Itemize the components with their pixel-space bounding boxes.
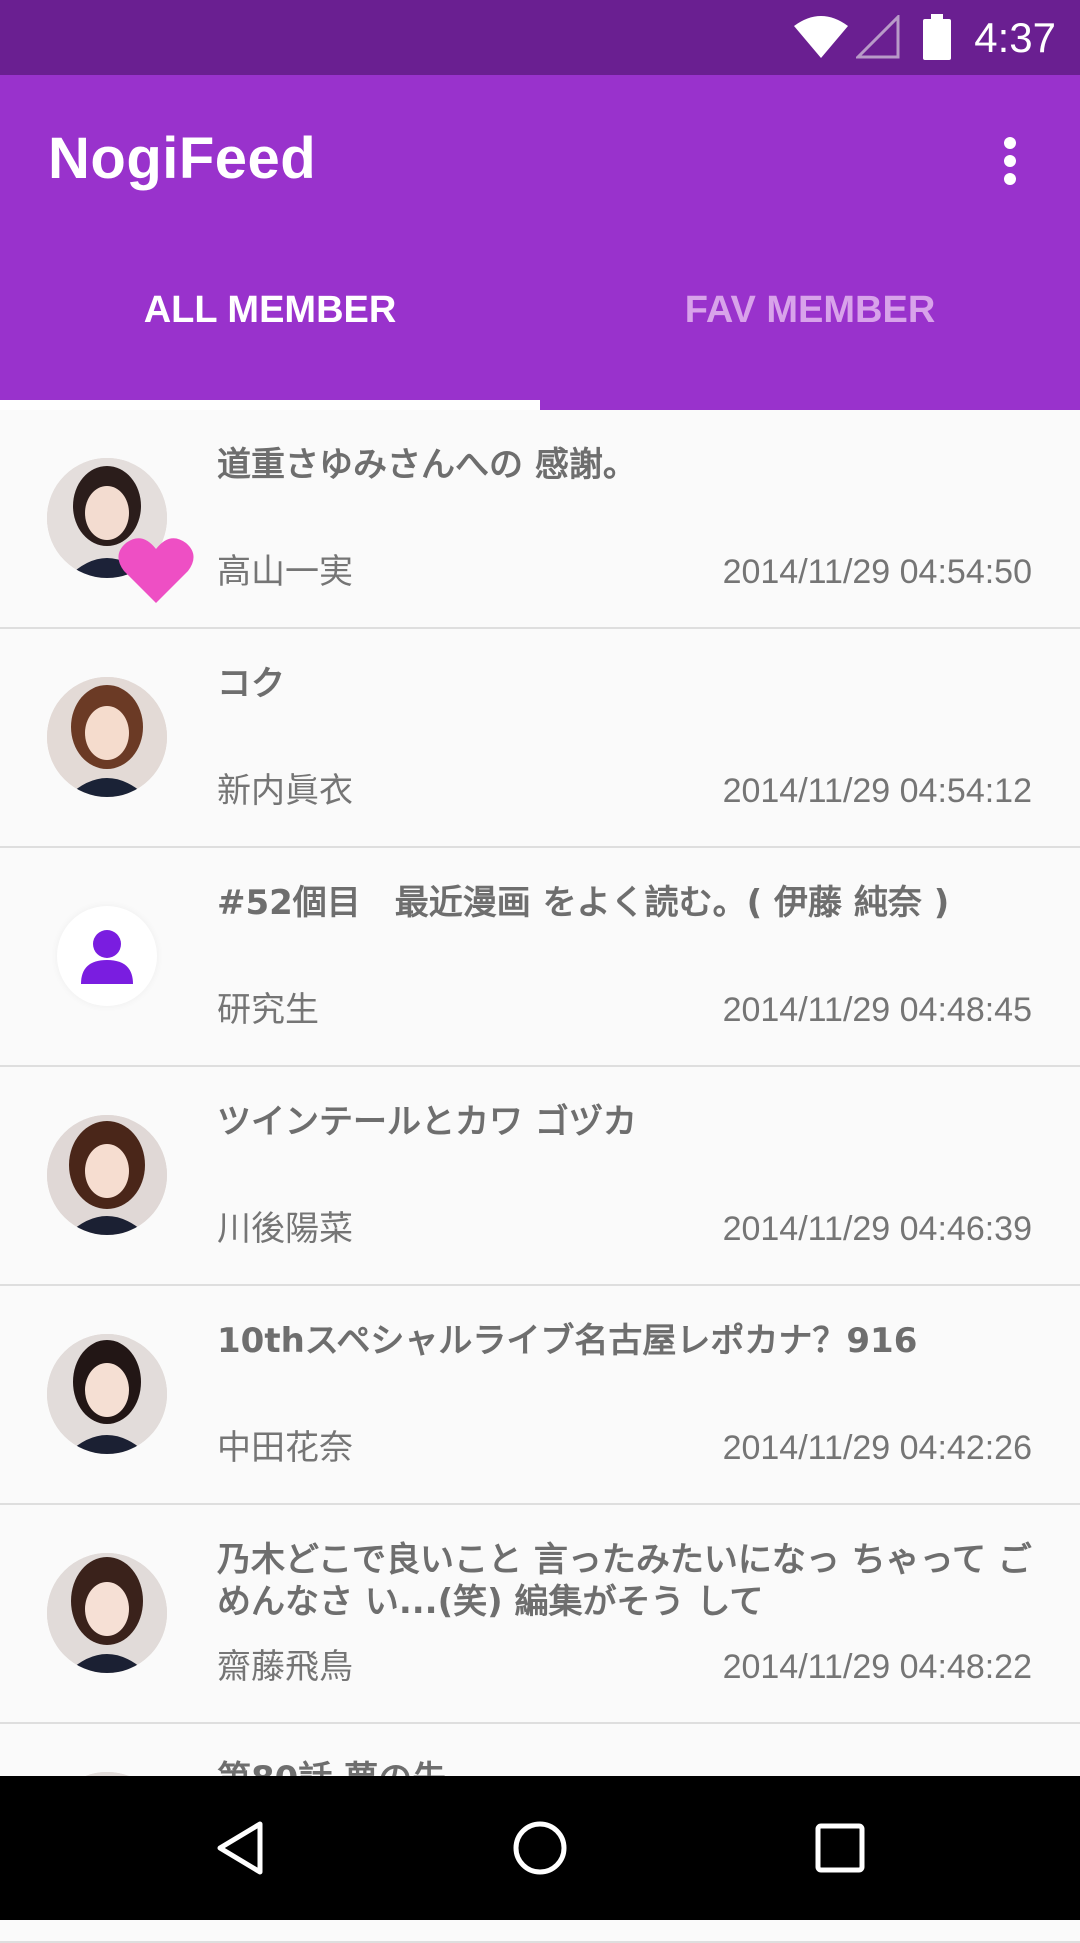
member-name: 高山一実 <box>217 552 353 592</box>
member-name: 川後陽菜 <box>217 1209 353 1249</box>
tab-fav-member[interactable]: FAV MEMBER <box>540 250 1080 405</box>
app-title: NogiFeed <box>48 126 317 191</box>
member-avatar <box>47 1334 167 1454</box>
feed-item[interactable]: 10thスペシャルライブ名古屋レポカナ？916 中田花奈 2014/11/29 … <box>0 1286 1080 1505</box>
navigation-bar <box>0 1776 1080 1920</box>
back-icon[interactable] <box>208 1816 272 1880</box>
tab-indicator <box>0 400 540 410</box>
signal-icon <box>856 15 900 59</box>
feed-item[interactable]: 道重さゆみさんへの 感謝。 高山一実 2014/11/29 04:54:50 <box>0 410 1080 629</box>
post-time: 2014/11/29 04:46:39 <box>722 1210 1032 1248</box>
member-avatar <box>47 677 167 797</box>
member-avatar <box>47 1115 167 1235</box>
post-time: 2014/11/29 04:48:22 <box>722 1648 1032 1686</box>
member-name: 齋藤飛鳥 <box>217 1647 353 1687</box>
post-title: ツインテールとカワ ゴヅカ <box>217 1102 637 1142</box>
post-title: コク <box>217 664 285 704</box>
more-vert-icon[interactable] <box>990 127 1030 185</box>
feed-item[interactable]: コク 新内眞衣 2014/11/29 04:54:12 <box>0 629 1080 848</box>
member-name: 研究生 <box>217 990 319 1030</box>
post-time: 2014/11/29 04:42:26 <box>722 1429 1032 1467</box>
member-name: 新内眞衣 <box>217 771 353 811</box>
post-title: #52個目 最近漫画 をよく読む。( 伊藤 純奈 ) <box>217 883 950 923</box>
feed-item[interactable]: 乃木どこで良いこと 言ったみたいになっ ちゃって ごめんなさ い...(笑) 編… <box>0 1505 1080 1724</box>
recents-icon[interactable] <box>808 1816 872 1880</box>
member-avatar <box>47 1553 167 1673</box>
wifi-icon <box>794 16 848 58</box>
app-bar: NogiFeed ALL MEMBER FAV MEMBER <box>0 75 1080 410</box>
post-title: 道重さゆみさんへの 感謝。 <box>217 445 637 485</box>
home-icon[interactable] <box>508 1816 572 1880</box>
person-icon <box>81 930 133 984</box>
member-name: 中田花奈 <box>217 1428 353 1468</box>
post-time: 2014/11/29 04:54:50 <box>722 553 1032 591</box>
post-time: 2014/11/29 04:54:12 <box>722 772 1032 810</box>
feed-item[interactable]: #52個目 最近漫画 をよく読む。( 伊藤 純奈 ) 研究生 2014/11/2… <box>0 848 1080 1067</box>
favorite-heart-icon <box>118 538 194 603</box>
status-bar: 4:37 <box>0 0 1080 75</box>
post-time: 2014/11/29 04:48:45 <box>722 991 1032 1029</box>
post-title: 10thスペシャルライブ名古屋レポカナ？916 <box>217 1321 918 1361</box>
battery-icon <box>923 14 951 60</box>
post-title: 乃木どこで良いこと 言ったみたいになっ ちゃって ごめんなさ い...(笑) 編… <box>217 1540 1032 1622</box>
feed-item[interactable]: ツインテールとカワ ゴヅカ 川後陽菜 2014/11/29 04:46:39 <box>0 1067 1080 1286</box>
status-time: 4:37 <box>974 14 1056 61</box>
tab-all-member[interactable]: ALL MEMBER <box>0 250 540 405</box>
feed-list[interactable]: 道重さゆみさんへの 感謝。 高山一実 2014/11/29 04:54:50 コ… <box>0 410 1080 1943</box>
